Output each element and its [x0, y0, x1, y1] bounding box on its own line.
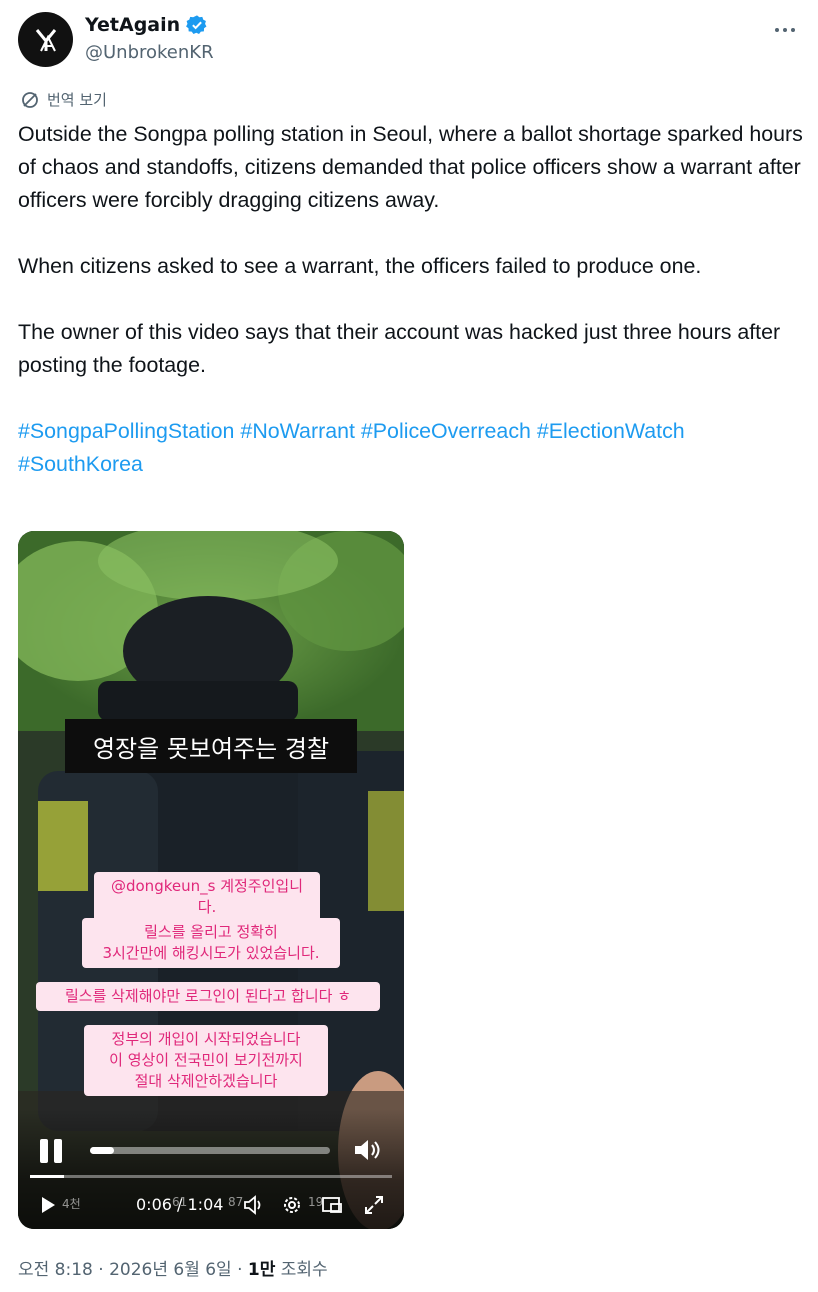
video-overlay-text: @dongkeun_s 계정주인입니다.: [94, 872, 320, 922]
volume-icon[interactable]: [242, 1193, 266, 1217]
hashtag-link[interactable]: #SongpaPollingStation: [18, 419, 234, 443]
pause-bar-icon: [54, 1139, 62, 1163]
translate-link[interactable]: 번역 보기: [20, 89, 107, 110]
overlay-line: 정부의 개입이 시작되었습니다: [111, 1030, 301, 1048]
pause-button[interactable]: [40, 1139, 66, 1163]
tweet-meta: 오전 8:18 · 2026년 6월 6일 · 1만 조회수: [18, 1255, 328, 1280]
tweet-header: YetAgain @UnbrokenKR: [18, 12, 800, 68]
overlay-line: 이 영상이 전국민이 보기전까지: [109, 1051, 303, 1069]
pause-bar-icon: [40, 1139, 48, 1163]
progress-bar[interactable]: [30, 1175, 392, 1178]
display-name[interactable]: YetAgain: [85, 14, 180, 36]
overlay-line: 절대 삭제안하겠습니다: [134, 1072, 278, 1090]
tweet-text: Outside the Songpa polling station in Se…: [18, 118, 808, 481]
dot-icon: [791, 28, 795, 32]
tweet-timestamp[interactable]: 오전 8:18 · 2026년 6월 6일 ·: [18, 1260, 248, 1280]
progress-fill: [30, 1175, 65, 1178]
overlay-line: 3시간만에 해킹시도가 있었습니다.: [102, 944, 320, 962]
video-overlay-text: 릴스를 올리고 정확히 3시간만에 해킹시도가 있었습니다.: [82, 918, 340, 968]
hashtag-link[interactable]: #NoWarrant: [240, 419, 355, 443]
more-options-button[interactable]: [770, 18, 800, 42]
verified-badge-icon: [186, 15, 207, 34]
settings-gear-icon[interactable]: [280, 1193, 304, 1217]
translate-icon: [22, 91, 38, 108]
ghost-like-count: 4천: [62, 1197, 81, 1211]
video-overlay-text: 릴스를 삭제해야만 로그인이 된다고 합니다 ㅎ: [36, 982, 380, 1011]
video-controls: 4천 61 87 19 0:06 / 1:04: [18, 1109, 404, 1229]
control-bar: 4천 61 87 19 0:06 / 1:04: [18, 1189, 404, 1223]
dot-icon: [783, 28, 787, 32]
picture-in-picture-icon[interactable]: [320, 1193, 344, 1217]
view-label: 조회수: [275, 1260, 328, 1280]
tweet-paragraph: Outside the Songpa polling station in Se…: [18, 122, 803, 212]
video-player[interactable]: 영장을 못보여주는 경찰 @dongkeun_s 계정주인입니다. 릴스를 올리…: [18, 531, 404, 1229]
fullscreen-icon[interactable]: [362, 1193, 386, 1217]
ya-logo-icon: [35, 28, 56, 51]
play-icon[interactable]: [38, 1195, 58, 1215]
view-count: 1만: [247, 1260, 276, 1280]
ghost-share-count: 87: [228, 1195, 244, 1209]
volume-icon[interactable]: [352, 1137, 382, 1163]
dot-icon: [775, 28, 779, 32]
avatar[interactable]: [18, 12, 73, 67]
tweet-paragraph: When citizens asked to see a warrant, th…: [18, 254, 702, 278]
hashtag-link[interactable]: #PoliceOverreach: [361, 419, 531, 443]
video-time: 0:06 / 1:04: [136, 1195, 224, 1214]
tweet-paragraph: The owner of this video says that their …: [18, 320, 781, 377]
user-handle[interactable]: @UnbrokenKR: [85, 42, 214, 63]
video-overlay-text: 정부의 개입이 시작되었습니다 이 영상이 전국민이 보기전까지 절대 삭제안하…: [84, 1025, 328, 1096]
hashtag-link[interactable]: #SouthKorea: [18, 452, 143, 476]
hashtag-link[interactable]: #ElectionWatch: [537, 419, 685, 443]
video-caption: 영장을 못보여주는 경찰: [65, 719, 357, 773]
hashtag-list: #SongpaPollingStation #NoWarrant #Police…: [18, 415, 808, 481]
overlay-line: 릴스를 올리고 정확히: [144, 923, 278, 941]
embedded-scrubber: [90, 1147, 330, 1154]
translate-label: 번역 보기: [47, 91, 107, 109]
